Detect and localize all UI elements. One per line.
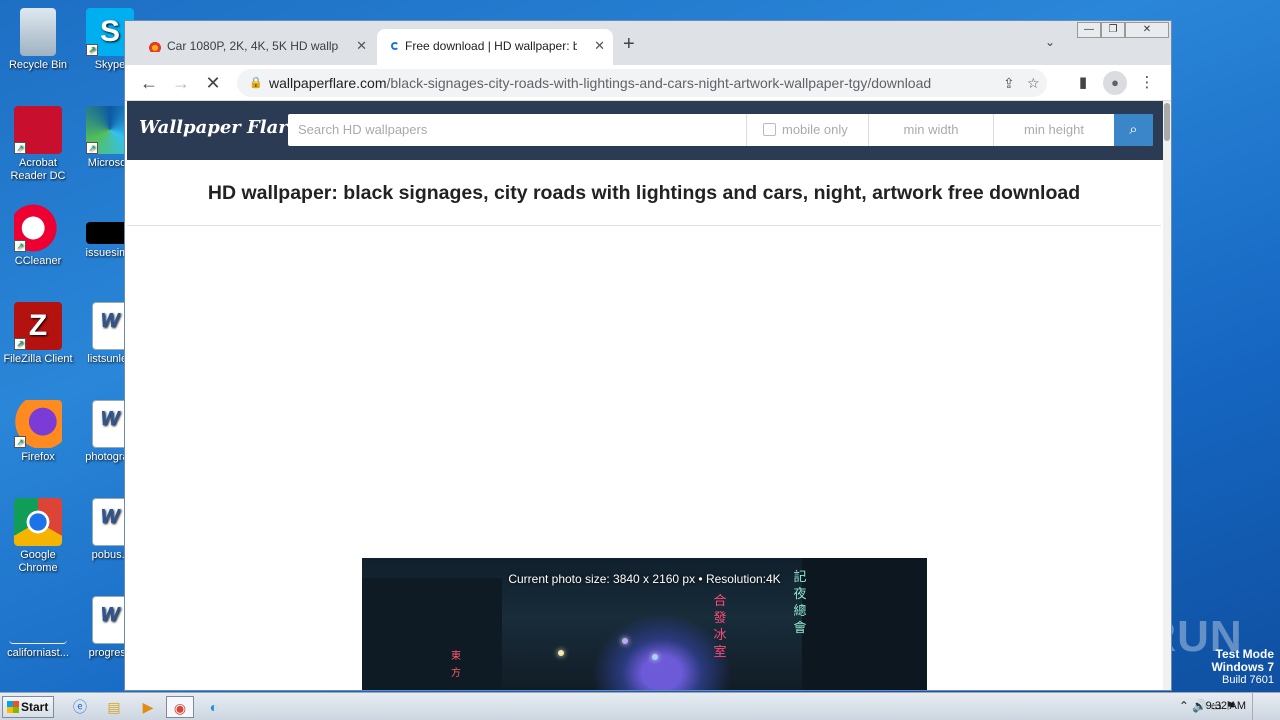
site-header: Wallpaper Flare Search HD wallpapers mob… [127, 101, 1163, 160]
filezilla-icon: Z ↗ [14, 302, 62, 350]
word-doc-icon: W [92, 400, 128, 448]
word-doc-icon: W [92, 498, 128, 546]
neon-sign: 合發冰室 [713, 593, 727, 659]
minimize-button[interactable]: — [1077, 22, 1101, 38]
neon-sign: 東方 [451, 651, 461, 679]
desktop-icon-acrobat[interactable]: ↗ Acrobat Reader DC [0, 106, 76, 183]
windows-logo-icon [7, 701, 19, 713]
browser-toolbar: ← → ✕ 🔒 wallpaperflare.com/black-signage… [125, 65, 1171, 101]
acrobat-icon: ↗ [14, 106, 62, 154]
firefox-icon: ↗ [14, 400, 62, 448]
file-icon [9, 596, 67, 644]
media-player-taskbar-icon[interactable]: ▶ [134, 696, 162, 718]
lock-icon: 🔒 [249, 77, 263, 89]
clock[interactable]: 9:32 AM [1206, 700, 1246, 712]
search-bar: Search HD wallpapers mobile only min wid… [288, 114, 1153, 146]
ccleaner-icon: ↗ [14, 204, 62, 252]
tab-bar: Car 1080P, 2K, 4K, 5K HD wallpapers ✕ Fr… [125, 21, 1171, 65]
stop-loading-button[interactable]: ✕ [201, 71, 225, 95]
profile-avatar-icon[interactable]: ● [1103, 71, 1127, 95]
url-path: /black-signages-city-roads-with-lighting… [386, 75, 932, 91]
street-light [622, 638, 628, 644]
street-light [558, 650, 564, 656]
min-height-input[interactable]: min height [993, 114, 1114, 146]
tab-close-icon[interactable]: ✕ [356, 29, 367, 63]
desktop-icon-firefox[interactable]: ↗ Firefox [0, 400, 76, 464]
word-doc-icon: W [92, 596, 128, 644]
min-width-input[interactable]: min width [868, 114, 993, 146]
desktop-icon-californiast[interactable]: californiast... [0, 596, 76, 660]
taskbar: Start ⓔ ▤ ▶ ◉ ◐ ⌃ 🔊 ▭ ⚑ 9:32 AM [0, 692, 1280, 720]
photo-size-info: Current photo size: 3840 x 2160 px • Res… [508, 572, 781, 586]
bookmark-star-icon[interactable]: ☆ [1027, 69, 1040, 97]
divider [127, 225, 1161, 226]
show-desktop-button[interactable] [1252, 693, 1280, 720]
tab-car-wallpapers[interactable]: Car 1080P, 2K, 4K, 5K HD wallpapers ✕ [139, 29, 375, 65]
wallpaper-preview-image[interactable]: 合發冰室 記夜總會 東方 Current photo size: 3840 x … [362, 558, 927, 690]
new-tab-button[interactable]: + [623, 33, 635, 56]
building-silhouette [362, 578, 502, 690]
edge-taskbar-icon[interactable]: ◐ [200, 696, 228, 718]
page-scrollbar[interactable] [1163, 101, 1171, 690]
flame-icon [149, 40, 161, 52]
ie-taskbar-icon[interactable]: ⓔ [66, 696, 94, 718]
chrome-taskbar-icon[interactable]: ◉ [166, 696, 194, 718]
browser-window: Car 1080P, 2K, 4K, 5K HD wallpapers ✕ Fr… [124, 20, 1172, 691]
word-doc-icon: W [92, 302, 128, 350]
close-window-button[interactable]: ✕ [1125, 22, 1169, 38]
desktop-icon-filezilla[interactable]: Z ↗ FileZilla Client [0, 302, 76, 366]
forward-button[interactable]: → [169, 71, 193, 95]
search-button[interactable]: ⌕ [1114, 114, 1153, 146]
url-domain: wallpaperflare.com [269, 75, 387, 91]
search-input[interactable]: Search HD wallpapers [298, 114, 738, 146]
site-logo[interactable]: Wallpaper Flare [139, 117, 299, 138]
menu-kebab-icon[interactable]: ⋮ [1135, 71, 1159, 95]
mobile-only-checkbox[interactable]: mobile only [746, 114, 868, 146]
desktop-icon-recycle-bin[interactable]: Recycle Bin [0, 8, 76, 72]
chrome-icon [14, 498, 62, 546]
address-bar[interactable]: 🔒 wallpaperflare.com/black-signages-city… [237, 69, 1047, 97]
street-light [652, 654, 658, 660]
desktop-icon-chrome[interactable]: Google Chrome [0, 498, 76, 575]
scrollbar-thumb[interactable] [1164, 103, 1170, 141]
side-panel-icon[interactable]: ▮ [1071, 71, 1095, 95]
tab-close-icon[interactable]: ✕ [594, 29, 605, 63]
tab-search-button[interactable]: ⌄ [1045, 35, 1055, 49]
checkbox-icon [763, 123, 776, 136]
web-page: Wallpaper Flare Search HD wallpapers mob… [125, 101, 1163, 690]
explorer-taskbar-icon[interactable]: ▤ [100, 696, 128, 718]
recycle-bin-icon [20, 8, 56, 56]
search-icon: ⌕ [1129, 121, 1138, 138]
desktop-icon-ccleaner[interactable]: ↗ CCleaner [0, 204, 76, 268]
page-title: HD wallpaper: black signages, city roads… [207, 182, 1081, 204]
maximize-button[interactable]: ❐ [1101, 22, 1125, 38]
street-glow [592, 613, 732, 690]
test-mode-text: Test Mode Windows 7 Build 7601 [1211, 647, 1274, 687]
start-button[interactable]: Start [2, 696, 54, 718]
back-button[interactable]: ← [137, 71, 161, 95]
tab-free-download[interactable]: Free download | HD wallpaper: black ✕ [377, 29, 613, 65]
loading-spinner-icon [391, 42, 399, 50]
share-icon[interactable]: ⇪ [1003, 69, 1015, 97]
